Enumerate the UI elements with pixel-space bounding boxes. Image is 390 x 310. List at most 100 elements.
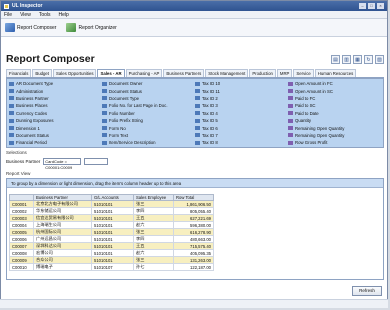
table-row[interactable]: C00003 信宜达贸易有限公司 51010101 王五 627,221.69	[9, 214, 214, 222]
tab-business-partners[interactable]: Business Partners	[163, 69, 205, 77]
field-item[interactable]: Tax ID 4	[195, 110, 288, 117]
tab-sales-ar[interactable]: Sales - AR	[97, 69, 125, 77]
table-cell: 480,663.00	[173, 235, 214, 243]
measure-icon	[288, 111, 293, 116]
table-cell: 张三	[133, 256, 174, 264]
field-item[interactable]: AR Document Type	[9, 80, 102, 87]
field-item[interactable]: Document Status	[102, 87, 195, 94]
menu-view[interactable]: View	[20, 12, 31, 18]
business-partner-input[interactable]: CardCode = C00001:C0009	[43, 158, 82, 170]
field-item[interactable]: Remaining Open Quantity	[288, 132, 381, 139]
field-label: Paid to FC	[295, 95, 316, 101]
field-item[interactable]: Business Places	[9, 102, 102, 109]
toolbar: Report Composer Report Organizer	[1, 19, 387, 37]
field-item[interactable]: Dimension 1	[9, 124, 102, 131]
field-item[interactable]: Quantity	[288, 117, 381, 124]
table-cell: 杭州国际公司	[33, 228, 92, 236]
table-cell: 51010101	[91, 214, 134, 222]
save-report-icon[interactable]: ▦	[353, 54, 362, 64]
field-label: Document Status	[109, 88, 142, 94]
field-item[interactable]: Financial Period	[9, 139, 102, 146]
tab-service[interactable]: Service	[293, 69, 314, 77]
field-item[interactable]: Business Partner	[9, 95, 102, 102]
field-item[interactable]: Tax ID 11	[195, 87, 288, 94]
table-row[interactable]: C00004 上海瑞生公司 51010101 赵六 596,380.00	[9, 221, 214, 229]
business-partner-extra-input[interactable]	[84, 158, 109, 165]
field-item[interactable]: Tax ID 6	[195, 124, 288, 131]
field-item[interactable]: Tax ID 2	[195, 95, 288, 102]
field-item[interactable]: Dunning Exposures	[9, 117, 102, 124]
field-item[interactable]: Form Text	[102, 132, 195, 139]
field-item[interactable]: Form No	[102, 124, 195, 131]
table-row[interactable]: C00007 深圳科达公司 51010101 王五 715,575.40	[9, 242, 214, 250]
field-item[interactable]: Open Amount in SC	[288, 87, 381, 94]
table-cell: 627,221.69	[173, 214, 214, 222]
field-item[interactable]: Folio No. for Last Page in Doc.	[102, 102, 195, 109]
minimize-button[interactable]: –	[359, 3, 366, 9]
field-item[interactable]: Tax ID 3	[195, 102, 288, 109]
field-item[interactable]: Row Gross Profit	[288, 139, 381, 146]
table-cell: 51010101	[91, 228, 134, 236]
field-item[interactable]: Tax ID 8	[195, 139, 288, 146]
field-item[interactable]: Tax ID 5	[195, 117, 288, 124]
report-organizer-button[interactable]: Report Organizer	[66, 23, 117, 32]
field-item[interactable]: Tax ID 10	[195, 80, 288, 87]
table-row[interactable]: C00008 宏博公司 51010101 赵六 405,095.35	[9, 249, 214, 257]
maximize-button[interactable]: □	[368, 3, 375, 9]
field-item[interactable]: Document Owner	[102, 80, 195, 87]
field-item[interactable]: Paid to SC	[288, 102, 381, 109]
tab-purchasing-ap[interactable]: Purchasing - AP	[125, 69, 163, 77]
dimension-icon	[195, 126, 200, 131]
table-row[interactable]: C00005 杭州国际公司 51010101 张三 616,278.90	[9, 228, 214, 236]
table-row[interactable]: C00006 广州远昌公司 51010101 李四 480,663.00	[9, 235, 214, 243]
table-row[interactable]: C00002 华东储运公司 51010101 李四 805,055.40	[9, 207, 214, 215]
menu-file[interactable]: File	[4, 12, 12, 18]
tab-human-resources[interactable]: Human Resources	[314, 69, 357, 77]
new-report-icon[interactable]: ▤	[331, 54, 340, 64]
dimension-icon	[195, 111, 200, 116]
field-item[interactable]: Folio Prefix String	[102, 117, 195, 124]
table-row[interactable]: C00001 北京北方电子有限公司 51010101 张三 1,861,906.50	[9, 200, 214, 208]
field-item[interactable]: Folio Number	[102, 110, 195, 117]
field-label: AR Document Type	[16, 81, 54, 87]
open-report-icon[interactable]: ▥	[342, 54, 351, 64]
table-cell: 合众公司	[33, 256, 92, 264]
field-item[interactable]: Remaining Open Quantity	[288, 124, 381, 131]
table-row[interactable]: C00010 博瑞电子 51010107 孙七 122,187.00	[9, 263, 214, 271]
table-cell: C00005	[9, 228, 34, 236]
field-label: Paid to Date	[295, 110, 319, 116]
field-label: Financial Period	[16, 140, 47, 146]
close-button[interactable]: ×	[377, 3, 384, 9]
field-column: AR Document Type Administration Business P…	[9, 80, 102, 147]
tab-mrp[interactable]: MRP	[276, 69, 293, 77]
field-item[interactable]: Paid to FC	[288, 95, 381, 102]
dimension-icon	[9, 118, 14, 123]
dimension-icon	[9, 111, 14, 116]
field-item[interactable]: Tax ID 7	[195, 132, 288, 139]
field-item[interactable]: Item/Service Description	[102, 139, 195, 146]
tab-production[interactable]: Production	[249, 69, 276, 77]
tab-sales-opportunities[interactable]: Sales Opportunities	[52, 69, 97, 77]
menu-help[interactable]: Help	[59, 12, 69, 18]
field-item[interactable]: Currency Codes	[9, 110, 102, 117]
window-title: UL Inspector	[12, 3, 43, 9]
export-excel-icon[interactable]: ▧	[375, 54, 384, 64]
report-grid: To group by a dimension or light dimensi…	[6, 178, 384, 280]
field-item[interactable]: Administration	[9, 87, 102, 94]
field-label: Tax ID 7	[202, 132, 218, 138]
menu-tools[interactable]: Tools	[39, 12, 51, 18]
refresh-button[interactable]: Refresh	[352, 286, 382, 296]
field-item[interactable]: Paid to Date	[288, 110, 381, 117]
refresh-icon[interactable]: ↻	[364, 54, 373, 64]
tab-stock-management[interactable]: Stock Management	[205, 69, 249, 77]
tab-budget[interactable]: Budget	[32, 69, 52, 77]
field-item[interactable]: Open Amount in FC	[288, 80, 381, 87]
group-by-area[interactable]: To group by a dimension or light dimensi…	[7, 179, 383, 188]
field-label: Open Amount in FC	[295, 81, 333, 87]
table-row[interactable]: C00009 合众公司 51010101 张三 131,263.00	[9, 256, 214, 264]
field-item[interactable]: Document Type	[102, 95, 195, 102]
report-composer-button[interactable]: Report Composer	[5, 23, 56, 32]
tab-financials[interactable]: Financials	[6, 69, 32, 77]
table-cell: 王五	[133, 214, 174, 222]
field-item[interactable]: Document Status	[9, 132, 102, 139]
